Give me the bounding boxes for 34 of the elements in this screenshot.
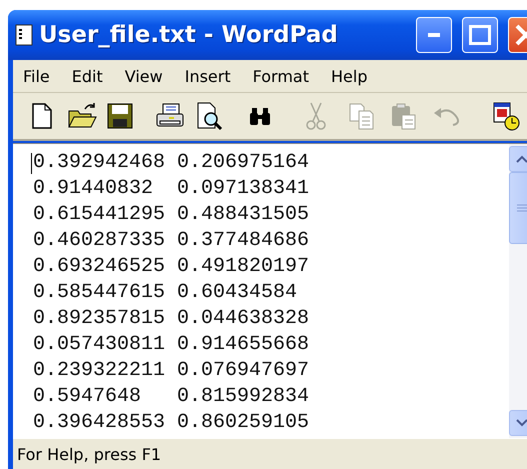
text-line: 0.5947648 0.815992834 [33,384,310,410]
menu-item[interactable]: View [124,66,163,86]
chevron-up-icon [516,155,527,163]
grip-icon [516,204,526,212]
text-line: 0.91440832 0.097138341 [33,176,310,202]
text-cursor [31,153,32,174]
print-preview-icon[interactable] [195,101,225,131]
calendar-clock-icon[interactable] [491,101,521,131]
menu-item[interactable]: Insert [184,66,231,86]
status-text: For Help, press F1 [17,444,162,464]
scroll-thumb[interactable] [509,172,527,244]
maximize-icon [469,25,491,45]
menu-item[interactable]: File [23,66,50,86]
scroll-up-button[interactable] [509,146,527,172]
document-icon [15,24,33,46]
text-line: 0.396428553 0.860259105 [33,410,310,436]
menu-item[interactable]: Format [252,66,310,86]
text-line: 0.693246525 0.491820197 [33,254,310,280]
text-line: 0.585447615 0.60434584 [33,280,298,306]
text-line: 0.460287335 0.377484686 [33,228,310,254]
window-title: User_file.txt - WordPad [39,22,339,48]
text-line: 0.615441295 0.488431505 [33,202,310,228]
text-line: 0.892357815 0.044638328 [33,306,310,332]
minimize-button[interactable] [416,17,452,53]
vertical-scrollbar[interactable] [509,144,527,438]
maximize-button[interactable] [462,17,498,53]
text-line: 0.239322211 0.076947697 [33,358,310,384]
scroll-down-button[interactable] [509,410,527,436]
chevron-down-icon [516,419,527,427]
minimize-icon [428,33,440,37]
menu-item[interactable]: Edit [72,66,103,86]
text-line: 0.057430811 0.914655668 [33,332,310,358]
menu-item[interactable]: Help [331,66,368,86]
text-line: 0.392942468 0.206975164 [33,150,310,176]
